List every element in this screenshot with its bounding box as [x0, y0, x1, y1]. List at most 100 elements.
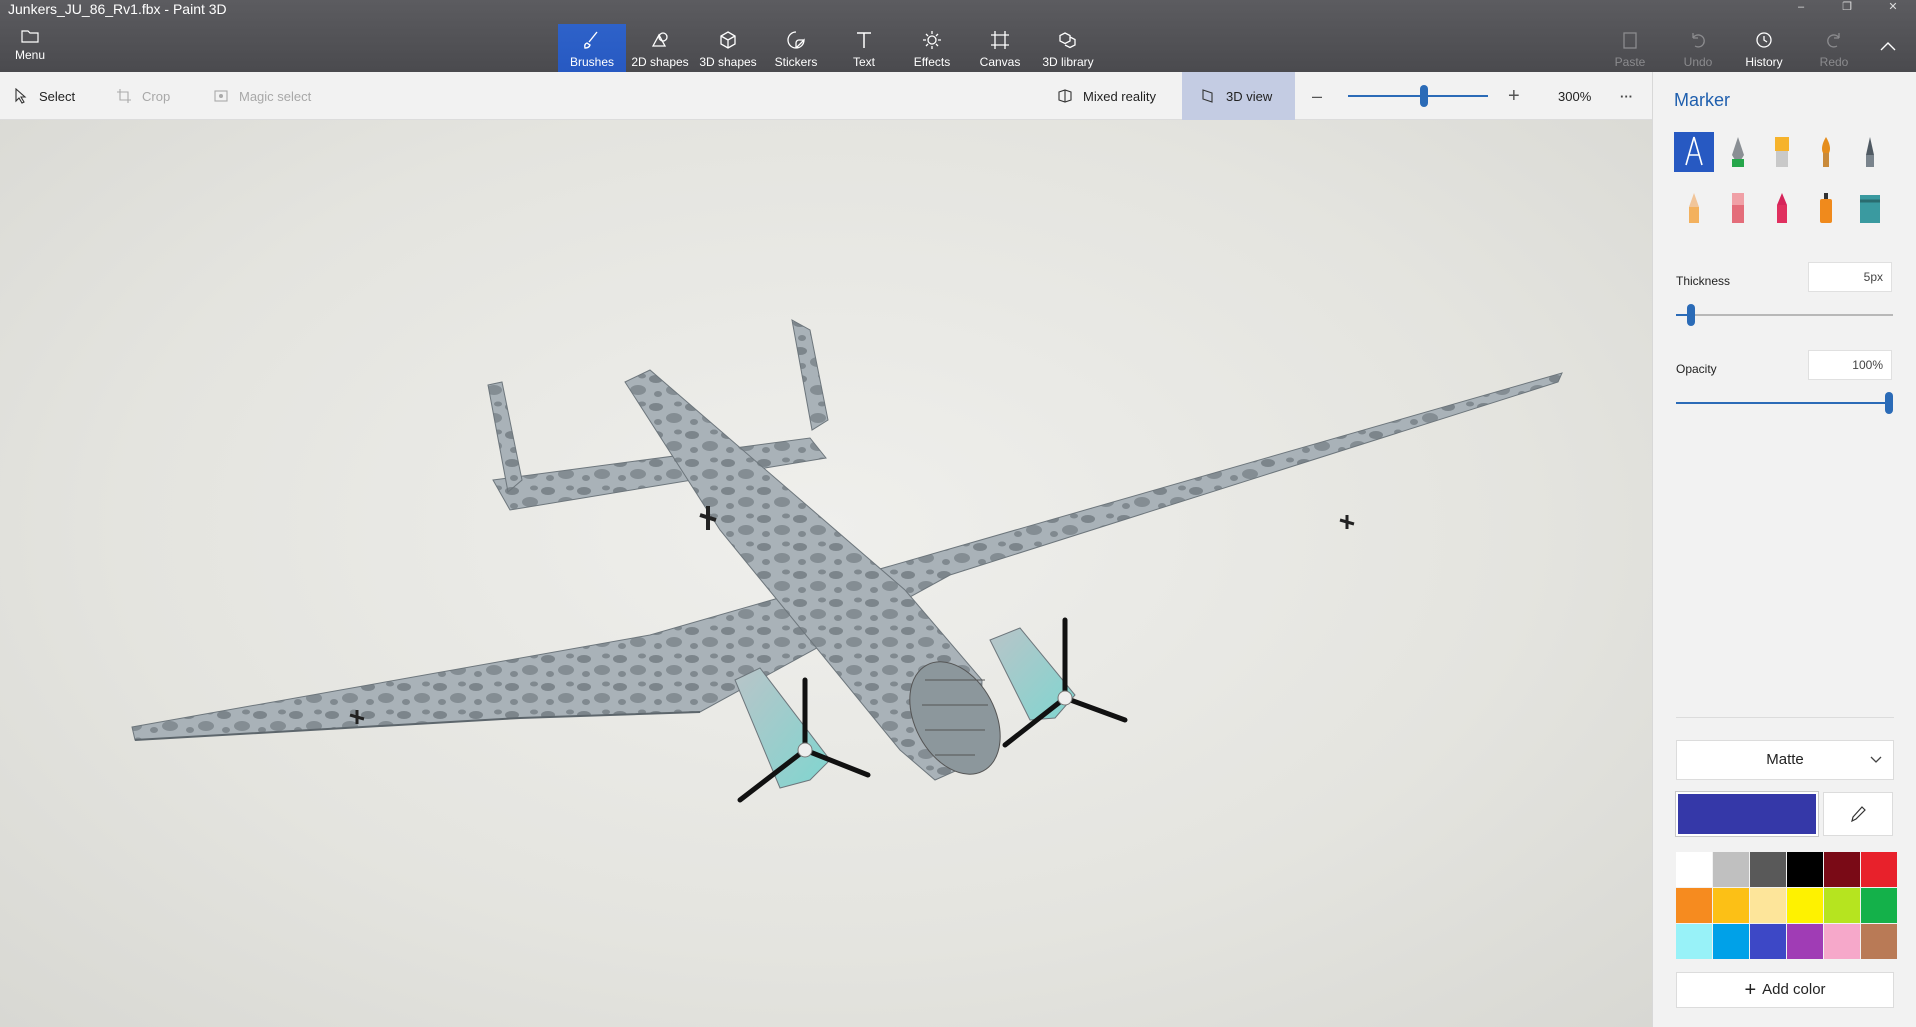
tab-brushes[interactable]: Brushes	[558, 24, 626, 72]
fill-bucket-brush[interactable]	[1850, 188, 1890, 228]
color-swatch[interactable]	[1750, 924, 1786, 959]
stickers-icon	[762, 30, 830, 52]
color-swatch[interactable]	[1824, 924, 1860, 959]
tab-3d-shapes[interactable]: 3D shapes	[694, 24, 762, 72]
eyedropper-icon	[1851, 806, 1866, 823]
crop-button[interactable]: Crop	[116, 72, 170, 120]
crayon-brush[interactable]	[1762, 188, 1802, 228]
color-swatch[interactable]	[1713, 852, 1749, 887]
select-button[interactable]: Select	[13, 72, 75, 120]
color-swatch[interactable]	[1750, 852, 1786, 887]
color-swatch[interactable]	[1787, 852, 1823, 887]
color-swatch[interactable]	[1787, 924, 1823, 959]
more-options-button[interactable]: ···	[1620, 72, 1633, 120]
tab-effects[interactable]: Effects	[898, 24, 966, 72]
close-button[interactable]: ✕	[1870, 0, 1916, 16]
pencil-brush[interactable]	[1674, 188, 1714, 228]
restore-button[interactable]: ❐	[1824, 0, 1870, 16]
undo-button[interactable]: Undo	[1664, 24, 1732, 72]
history-button[interactable]: History	[1730, 24, 1798, 72]
collapse-ribbon-chevron-icon[interactable]	[1880, 38, 1896, 56]
opacity-label: Opacity	[1676, 362, 1717, 376]
3d-view-label: 3D view	[1226, 88, 1273, 104]
finish-dropdown[interactable]: Matte	[1676, 740, 1894, 780]
color-swatch[interactable]	[1824, 888, 1860, 923]
current-color-swatch[interactable]	[1675, 791, 1819, 837]
paste-label: Paste	[1614, 55, 1646, 69]
spray-can-brush[interactable]	[1806, 188, 1846, 228]
oil-brush[interactable]	[1762, 132, 1802, 172]
thickness-slider-track[interactable]	[1676, 314, 1893, 316]
tab-2d-shapes[interactable]: 2D shapes	[626, 24, 694, 72]
text-icon	[830, 30, 898, 52]
finish-value: Matte	[1766, 751, 1804, 768]
color-swatch[interactable]	[1676, 924, 1712, 959]
opacity-input[interactable]: 100%	[1808, 350, 1892, 380]
mixed-reality-button[interactable]: Mixed reality	[1057, 72, 1156, 120]
color-swatch[interactable]	[1676, 852, 1712, 887]
zoom-in-button[interactable]: +	[1508, 72, 1520, 120]
zoom-level[interactable]: 300%	[1558, 72, 1591, 120]
color-swatch[interactable]	[1713, 924, 1749, 959]
menu-button[interactable]: Menu	[8, 28, 52, 62]
zoom-out-button[interactable]: –	[1312, 72, 1322, 120]
watercolor-icon	[1822, 137, 1830, 167]
effects-icon	[898, 30, 966, 52]
color-swatch[interactable]	[1861, 852, 1897, 887]
minimize-button[interactable]: –	[1778, 0, 1824, 16]
color-swatch[interactable]	[1787, 888, 1823, 923]
color-swatch[interactable]	[1713, 888, 1749, 923]
3d-shapes-icon	[694, 30, 762, 52]
opacity-slider-thumb[interactable]	[1885, 392, 1893, 414]
tab-text[interactable]: Text	[830, 24, 898, 72]
color-swatch[interactable]	[1861, 924, 1897, 959]
marker-brush[interactable]	[1674, 132, 1714, 172]
oil-brush-icon	[1775, 137, 1789, 167]
brush-icon	[558, 30, 626, 52]
color-swatch[interactable]	[1750, 888, 1786, 923]
crayon-icon	[1777, 193, 1787, 223]
window-title: Junkers_JU_86_Rv1.fbx - Paint 3D	[8, 1, 227, 17]
zoom-slider-track[interactable]	[1348, 95, 1488, 97]
color-swatch[interactable]	[1676, 888, 1712, 923]
color-swatch[interactable]	[1861, 888, 1897, 923]
tab-text-label: Text	[852, 55, 875, 69]
3d-canvas[interactable]	[0, 120, 1652, 1027]
pixel-pen-brush[interactable]	[1850, 132, 1890, 172]
marker-icon	[1685, 136, 1703, 166]
thickness-label: Thickness	[1676, 274, 1731, 288]
redo-icon	[1800, 30, 1868, 52]
3d-view-icon	[1202, 89, 1213, 103]
zoom-slider-thumb[interactable]	[1420, 85, 1428, 107]
clipboard-icon	[1596, 30, 1664, 52]
mixed-reality-icon	[1058, 89, 1072, 103]
pixel-pen-icon	[1866, 137, 1874, 167]
2d-shapes-icon	[626, 30, 694, 52]
3d-view-toggle[interactable]: 3D view	[1182, 72, 1295, 120]
color-swatch[interactable]	[1824, 852, 1860, 887]
watercolor-brush[interactable]	[1806, 132, 1846, 172]
opacity-slider-fill	[1676, 402, 1893, 404]
brush-panel: Marker Thickness 5px Opacity 100% Matte	[1652, 72, 1916, 1027]
title-and-ribbon-bar: Junkers_JU_86_Rv1.fbx - Paint 3D – ❐ ✕ M…	[0, 0, 1916, 72]
redo-button[interactable]: Redo	[1800, 24, 1868, 72]
tab-stickers[interactable]: Stickers	[762, 24, 830, 72]
folder-icon	[21, 30, 39, 43]
thickness-input[interactable]: 5px	[1808, 262, 1892, 292]
eraser-brush[interactable]	[1718, 188, 1758, 228]
add-color-button[interactable]: + Add color	[1676, 972, 1894, 1008]
magic-select-button[interactable]: Magic select	[213, 72, 311, 120]
thickness-slider-thumb[interactable]	[1686, 304, 1695, 326]
tab-effects-label: Effects	[913, 55, 951, 69]
thickness-slider-fill	[1676, 314, 1687, 316]
tab-3d-library[interactable]: 3D library	[1034, 24, 1102, 72]
spray-can-icon	[1820, 193, 1832, 223]
toolbar: Select Crop Magic select Mixed reality 3…	[0, 72, 1652, 120]
calligraphy-pen-icon	[1732, 137, 1744, 167]
aircraft-model[interactable]	[0, 120, 1652, 1027]
paste-button[interactable]: Paste	[1596, 24, 1664, 72]
eyedropper-button[interactable]	[1823, 792, 1893, 836]
calligraphy-pen-brush[interactable]	[1718, 132, 1758, 172]
crop-label: Crop	[142, 88, 171, 104]
tab-canvas[interactable]: Canvas	[966, 24, 1034, 72]
